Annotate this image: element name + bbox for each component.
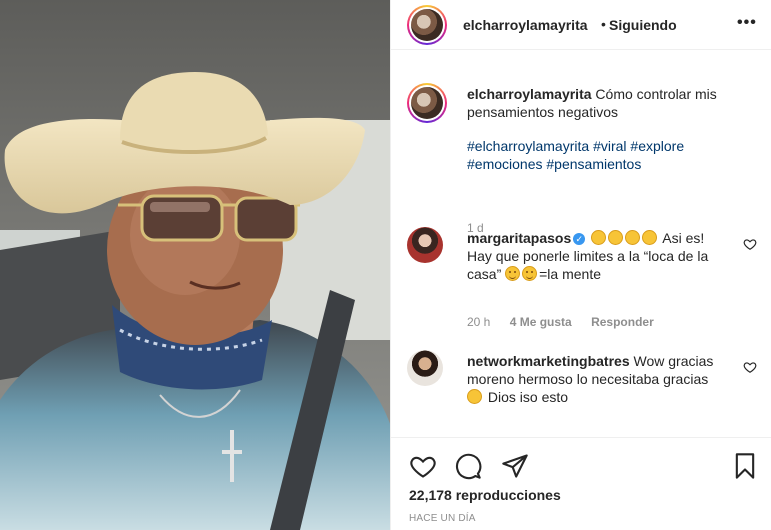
author-username[interactable]: elcharroylamayrita	[463, 17, 588, 33]
comment-meta: 20 h 4 Me gusta Responder	[467, 315, 670, 329]
post-timestamp[interactable]: HACE UN DÍA	[409, 513, 476, 524]
following-button[interactable]: Siguiendo	[609, 17, 677, 33]
hashtag-link[interactable]: #pensamientos	[546, 156, 641, 172]
comment-body-tail: =la mente	[539, 266, 601, 282]
share-paper-plane-icon[interactable]	[501, 452, 529, 480]
commenter-avatar[interactable]	[407, 350, 443, 386]
like-comment-heart-icon[interactable]	[743, 237, 757, 251]
author-avatar[interactable]	[407, 5, 447, 45]
raised-hands-emoji-icon	[467, 389, 482, 404]
views-count[interactable]: 22,178 reproducciones	[409, 487, 561, 503]
more-options-icon[interactable]: •••	[737, 14, 757, 32]
caption-author-avatar[interactable]	[407, 83, 447, 123]
upside-down-face-emoji-icon	[505, 266, 521, 281]
views-number: 22,178	[409, 487, 452, 503]
caption-hashtags: #elcharroylamayrita #viral #explore #emo…	[467, 137, 737, 173]
like-comment-heart-icon[interactable]	[743, 360, 757, 374]
post-header: elcharroylamayrita • Siguiendo •••	[391, 0, 771, 50]
caption-text: elcharroylamayrita Cómo controlar mis pe…	[467, 85, 737, 173]
video-frame-image	[0, 0, 390, 530]
post-details-panel: elcharroylamayrita • Siguiendo ••• elcha…	[390, 0, 771, 530]
reply-button[interactable]: Responder	[591, 315, 654, 329]
like-heart-icon[interactable]	[409, 452, 437, 480]
post-actions: 22,178 reproducciones HACE UN DÍA	[391, 437, 771, 530]
comment-time[interactable]: 20 h	[467, 315, 490, 329]
clapping-emoji-icon	[591, 230, 659, 246]
hashtag-link[interactable]: #emociones	[467, 156, 543, 172]
save-bookmark-icon[interactable]	[731, 452, 759, 480]
hashtag-link[interactable]: #explore	[630, 138, 684, 154]
views-label: reproducciones	[455, 487, 561, 503]
comment-likes[interactable]: 4 Me gusta	[510, 315, 572, 329]
caption-username[interactable]: elcharroylamayrita	[467, 86, 592, 102]
comment-body-tail: Dios iso esto	[487, 389, 569, 405]
comments-section: elcharroylamayrita Cómo controlar mis pe…	[391, 51, 771, 437]
post-video[interactable]	[0, 0, 390, 530]
hashtag-link[interactable]: #viral	[593, 138, 626, 154]
commenter-avatar[interactable]	[407, 227, 443, 263]
commenter-username[interactable]: margaritapasos	[467, 230, 571, 246]
wink-face-emoji-icon	[522, 266, 538, 281]
comment-bubble-icon[interactable]	[454, 452, 482, 480]
comment-text: networkmarketingbatres Wow gracias moren…	[467, 352, 717, 406]
verified-badge-icon: ✓	[573, 233, 586, 245]
follow-separator: •	[601, 16, 606, 32]
comment-text: margaritapasos ✓ Asi es! Hay que ponerle …	[467, 229, 717, 283]
hashtag-link[interactable]: #elcharroylamayrita	[467, 138, 589, 154]
commenter-username[interactable]: networkmarketingbatres	[467, 353, 630, 369]
